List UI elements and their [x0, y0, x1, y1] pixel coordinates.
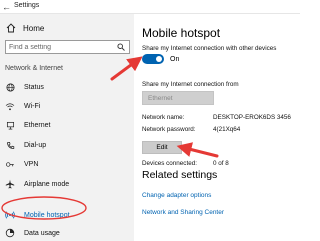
home-label: Home: [23, 23, 45, 33]
sidebar-item-mobile-hotspot[interactable]: Mobile hotspot: [0, 208, 134, 222]
wifi-icon: [5, 101, 15, 111]
window-title: Settings: [14, 2, 40, 9]
title-bar: ← Settings: [0, 0, 300, 14]
share-from-value: Ethernet: [148, 94, 173, 102]
ethernet-icon: [5, 120, 15, 130]
sidebar-item-label: Mobile hotspot: [24, 211, 70, 219]
sidebar-item-label: Dial-up: [24, 141, 47, 149]
sidebar-item-dial-up[interactable]: Dial-up: [0, 138, 134, 152]
share-from-dropdown[interactable]: Ethernet: [142, 91, 214, 105]
network-sharing-center-link[interactable]: Network and Sharing Center: [142, 209, 224, 216]
sidebar-item-wifi[interactable]: Wi-Fi: [0, 99, 134, 113]
sidebar: Home Network & Internet Status Wi-Fi Eth…: [0, 14, 134, 241]
share-connection-label: Share my Internet connection with other …: [142, 45, 277, 52]
main-panel: Mobile hotspot Share my Internet connect…: [134, 14, 300, 241]
sidebar-item-airplane-mode[interactable]: Airplane mode: [0, 177, 134, 191]
airplane-icon: [5, 179, 15, 189]
toggle-knob: [156, 56, 162, 62]
data-usage-icon: [5, 228, 15, 238]
hotspot-icon: [5, 210, 15, 220]
back-arrow-icon[interactable]: ←: [2, 2, 12, 12]
sidebar-item-label: Airplane mode: [24, 180, 70, 188]
search-input[interactable]: [6, 43, 114, 51]
sidebar-item-label: VPN: [24, 160, 39, 168]
share-from-label: Share my Internet connection from: [142, 81, 239, 88]
home-link[interactable]: Home: [5, 22, 44, 34]
sidebar-item-label: Ethernet: [24, 121, 51, 129]
toggle-state-label: On: [170, 56, 180, 63]
network-name-value: DESKTOP-EROK6DS 3456: [213, 114, 291, 121]
related-settings-heading: Related settings: [142, 169, 218, 181]
page-title: Mobile hotspot: [142, 26, 221, 40]
edit-button[interactable]: Edit: [142, 141, 182, 154]
sidebar-item-status[interactable]: Status: [0, 80, 134, 94]
devices-connected-label: Devices connected:: [142, 160, 197, 167]
sidebar-item-vpn[interactable]: VPN: [0, 157, 134, 171]
devices-connected-value: 0 of 8: [213, 160, 229, 167]
hotspot-toggle[interactable]: [142, 54, 164, 64]
network-password-value: 4(21Xq64: [213, 126, 241, 133]
home-icon: [5, 23, 17, 33]
search-icon[interactable]: [114, 43, 128, 51]
sidebar-item-label: Data usage: [24, 229, 60, 237]
sidebar-item-label: Wi-Fi: [24, 102, 41, 110]
section-label: Network & Internet: [5, 65, 63, 72]
network-name-label: Network name:: [142, 114, 185, 121]
vpn-icon: [5, 159, 15, 169]
globe-icon: [5, 82, 15, 92]
sidebar-item-ethernet[interactable]: Ethernet: [0, 118, 134, 132]
sidebar-item-label: Status: [24, 83, 44, 91]
search-box[interactable]: [5, 40, 130, 54]
network-password-label: Network password:: [142, 126, 196, 133]
change-adapter-options-link[interactable]: Change adapter options: [142, 192, 211, 199]
phone-icon: [5, 140, 15, 150]
sidebar-item-data-usage[interactable]: Data usage: [0, 226, 134, 240]
